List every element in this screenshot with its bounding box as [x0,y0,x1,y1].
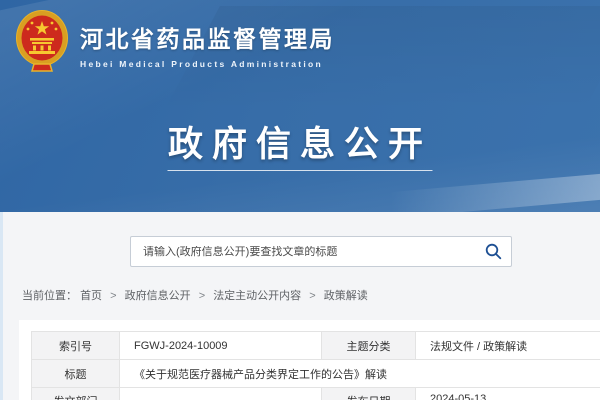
site-header: 河北省药品监督管理局 Hebei Medical Products Admini… [14,8,335,74]
breadcrumb-separator: > [199,290,205,302]
publish-date-label: 发布日期 [322,388,416,400]
title-value: 《关于规范医疗器械产品分类界定工作的公告》解读 [120,360,600,388]
breadcrumb: 当前位置： 首页 > 政府信息公开 > 法定主动公开内容 > 政策解读 [22,287,368,303]
top-banner: 河北省药品监督管理局 Hebei Medical Products Admini… [0,0,600,212]
title-label: 标题 [32,360,120,388]
table-row: 发文部门 发布日期 2024-05-13 [32,388,600,400]
search-icon[interactable] [475,237,511,266]
breadcrumb-item-policy-interpretation[interactable]: 政策解读 [324,290,368,302]
search-bar [130,236,512,267]
left-edge-strip [0,212,3,400]
topic-category-value: 法规文件 / 政策解读 [416,332,600,360]
document-info-table: 索引号 FGWJ-2024-10009 主题分类 法规文件 / 政策解读 标题 … [31,331,600,400]
breadcrumb-separator: > [110,290,116,302]
title-underline [168,170,433,171]
issuing-department-value [120,388,322,400]
table-row: 索引号 FGWJ-2024-10009 主题分类 法规文件 / 政策解读 [32,332,600,360]
org-names: 河北省药品监督管理局 Hebei Medical Products Admini… [80,14,335,69]
document-card: 索引号 FGWJ-2024-10009 主题分类 法规文件 / 政策解读 标题 … [19,320,600,400]
breadcrumb-item-gov-info[interactable]: 政府信息公开 [125,290,191,302]
breadcrumb-prefix: 当前位置： [22,290,77,302]
breadcrumb-item-home[interactable]: 首页 [80,290,102,302]
issuing-department-label: 发文部门 [32,388,120,400]
page-title: 政府信息公开 [0,116,600,167]
publish-date-value: 2024-05-13 [416,388,600,400]
index-number-label: 索引号 [32,332,120,360]
breadcrumb-item-statutory-disclosure[interactable]: 法定主动公开内容 [213,290,301,302]
national-emblem-icon [14,8,70,74]
index-number-value: FGWJ-2024-10009 [120,332,322,360]
search-input[interactable] [131,246,475,258]
org-name-en: Hebei Medical Products Administration [80,59,335,69]
breadcrumb-separator: > [309,290,315,302]
org-name-cn: 河北省药品监督管理局 [80,20,335,54]
topic-category-label: 主题分类 [322,332,416,360]
table-row: 标题 《关于规范医疗器械产品分类界定工作的公告》解读 [32,360,600,388]
content-section: 当前位置： 首页 > 政府信息公开 > 法定主动公开内容 > 政策解读 索引号 … [0,212,600,400]
